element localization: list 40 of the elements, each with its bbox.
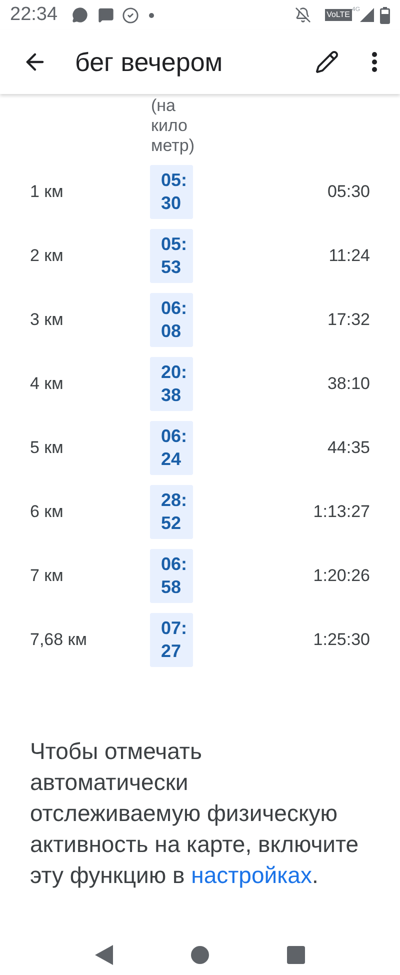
total-time-cell-text: 1:25:30 [312, 629, 370, 652]
pace-value: 05: 30 [150, 165, 194, 219]
pace-value: 06: 08 [150, 293, 194, 347]
toolbar-title: бег вечером [75, 46, 224, 78]
distance-cell-text: 2 км [30, 245, 64, 268]
signal-icon [360, 8, 374, 22]
network-label: VoLTE [324, 9, 352, 21]
total-time-cell-text: 44:35 [326, 437, 370, 460]
distance-cell-text: 7 км [30, 565, 64, 588]
clock: 22:34 [10, 2, 58, 27]
pencil-icon [315, 50, 339, 74]
distance-cell-text: 3 км [30, 309, 64, 332]
total-time-cell-text: 17:32 [326, 309, 370, 332]
distance-cell-text: 7,68 км [30, 629, 88, 652]
pace-value: 20: 38 [150, 357, 194, 411]
home-nav-icon[interactable] [191, 946, 209, 964]
message-icon [98, 7, 114, 23]
check-circle-icon [122, 6, 139, 24]
distance-cell-text: 6 км [30, 501, 64, 524]
distance-cell-text: 4 км [30, 373, 64, 396]
column-header: (на кило метр) [151, 96, 196, 156]
pace-value: 06: 58 [150, 549, 194, 603]
total-time-cell-text: 11:24 [328, 245, 370, 268]
back-nav-icon[interactable] [95, 945, 113, 965]
chat-icon [72, 7, 88, 23]
total-time-cell-text: 38:10 [326, 373, 370, 396]
more-icon [372, 52, 376, 72]
total-time-cell-text: 1:20:26 [312, 565, 370, 588]
pace-value: 07: 27 [150, 613, 194, 667]
pace-value: 06: 24 [150, 421, 194, 475]
pace-value: 05: 53 [150, 229, 194, 283]
bell-off-icon [294, 7, 311, 23]
settings-link[interactable]: настройках [191, 862, 312, 888]
battery-icon [380, 6, 390, 24]
distance-cell-text: 1 км [30, 181, 64, 204]
total-time-cell-text: 1:13:27 [312, 501, 370, 524]
pace-value: 28: 52 [150, 485, 194, 539]
settings-hint: Чтобы отмечать автоматически отслеживаемую физическую активность на карте, включите эту функцию в настройках. [30, 737, 360, 890]
total-time-cell-text: 05:30 [326, 181, 370, 204]
distance-cell-text: 5 км [30, 437, 64, 460]
